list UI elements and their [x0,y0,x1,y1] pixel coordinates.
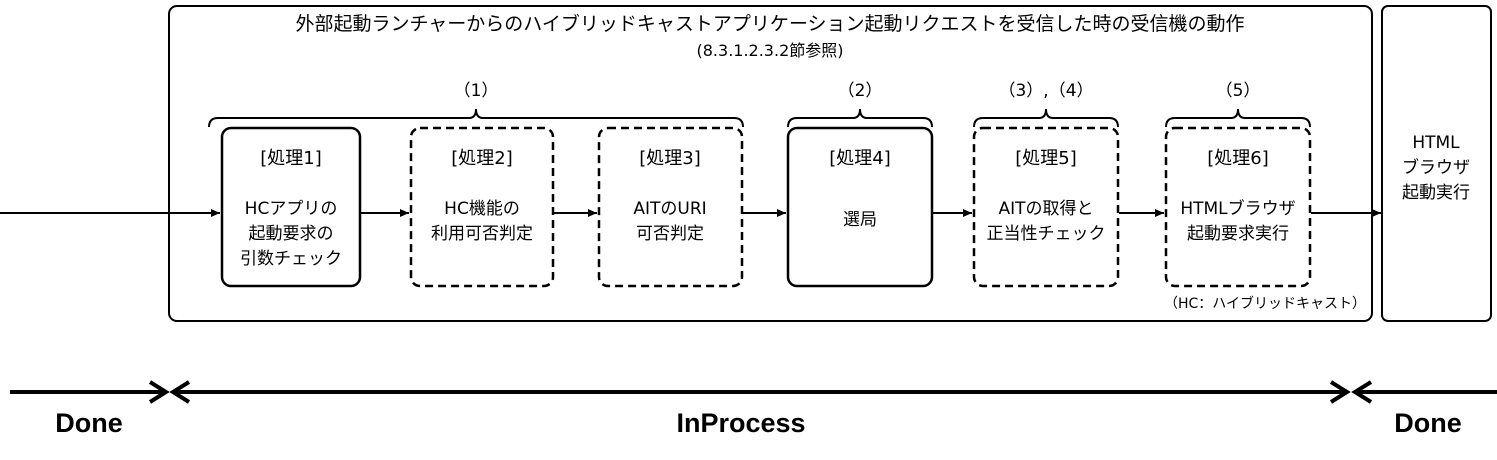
step-6-line2: 起動要求実行 [1187,224,1289,244]
process-flow-diagram: 外部起動ランチャーからのハイブリッドキャストアプリケーション起動リクエストを受信… [0,5,1497,438]
group-label-3-4: （3）,（4） [998,81,1093,101]
state-label-done-right: Done [1394,408,1462,438]
browser-box-line1: HTML [1412,133,1460,153]
group-label-2: （2） [838,81,883,101]
state-label-done-left: Done [55,408,123,438]
browser-box-line2: ブラウザ [1402,157,1470,178]
step-3-line1: AITのURI [633,199,706,219]
step-2-line2: 利用可否判定 [431,224,533,244]
main-subtitle: (8.3.1.2.3.2節参照) [697,41,844,60]
step-5-title: [処理5] [1015,148,1077,169]
state-label-inprocess: InProcess [676,408,805,438]
browser-box-line3: 起動実行 [1402,183,1470,203]
group-brace-2 [787,108,933,128]
group-label-1: （1） [454,81,499,101]
step-1-line1: HCアプリの [245,199,338,219]
group-brace-3-4 [973,108,1119,128]
step-5-line1: AITの取得と [998,199,1093,219]
step-1-title: [処理1] [260,148,322,169]
step-4-line1: 選局 [843,210,877,230]
step-3-line2: 可否判定 [636,224,704,244]
step-1-line3: 引数チェック [240,249,342,269]
group-brace-5 [1165,108,1311,128]
main-title: 外部起動ランチャーからのハイブリッドキャストアプリケーション起動リクエストを受信… [295,12,1244,35]
group-brace-1 [208,108,744,128]
group-label-5: （5） [1216,81,1261,101]
step-2-title: [処理2] [451,148,513,169]
footnote: （HC：ハイブリッドキャスト） [1164,295,1366,312]
step-1-line2: 起動要求の [249,224,334,244]
step-3-title: [処理3] [639,148,701,169]
step-6-line1: HTMLブラウザ [1180,198,1295,219]
step-6-title: [処理6] [1207,148,1269,169]
step-2-line1: HC機能の [444,199,520,219]
step-4-title: [処理4] [829,148,891,169]
step-5-line2: 正当性チェック [987,224,1106,244]
